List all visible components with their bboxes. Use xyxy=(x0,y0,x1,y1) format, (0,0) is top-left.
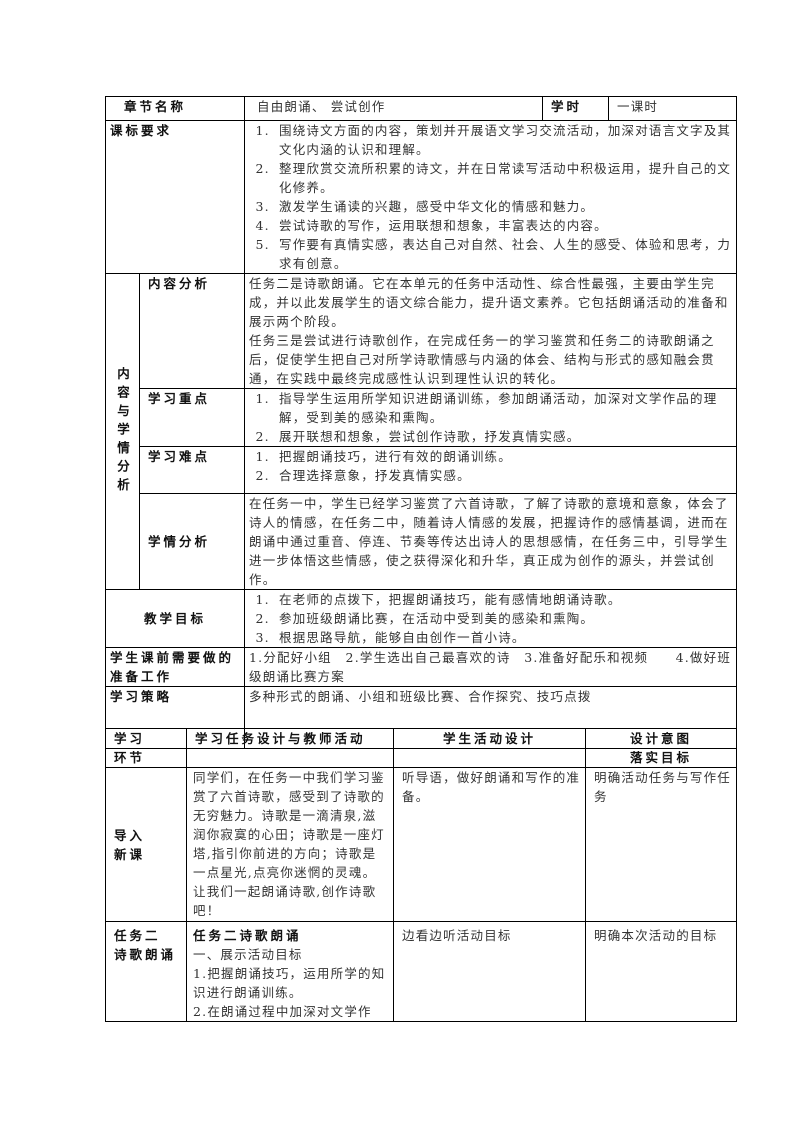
curriculum-row: 课标要求 围绕诗文方面的内容，策划并开展语文学习交流活动，加深对语言文字及其文化… xyxy=(104,120,738,274)
header-intent-line: 设计意图 xyxy=(629,731,692,746)
analysis-group-label: 内容与学情分析 xyxy=(115,366,130,497)
preparation-text: 1.分配好小组 2.学生选出自己最喜欢的诗 3.准备好配乐和视频 4.做好班级朗… xyxy=(244,647,738,687)
task2-title: 任务二诗歌朗诵 xyxy=(193,928,302,943)
curriculum-list: 围绕诗文方面的内容，策划并开展语文学习交流活动，加深对语言文字及其文化内涵的认识… xyxy=(249,121,732,273)
key-points-list: 指导学生运用所学知识进朗诵训练，参加朗诵活动，加深对文学作品的理解，受到美的感染… xyxy=(249,389,732,446)
objectives-content: 在老师的点拨下，把握朗诵技巧，能有感情地朗诵诗歌。 参加班级朗诵比赛，在活动中受… xyxy=(244,589,738,648)
stage-intro: 导入 新课 xyxy=(105,767,187,922)
objectives-label: 教学目标 xyxy=(104,589,246,648)
objectives-row: 教学目标 在老师的点拨下，把握朗诵技巧，能有感情地朗诵诗歌。 参加班级朗诵比赛，… xyxy=(104,589,738,648)
objective-item: 参加班级朗诵比赛，在活动中受到美的感染和熏陶。 xyxy=(275,609,732,628)
curriculum-content: 围绕诗文方面的内容，策划并开展语文学习交流活动，加深对语言文字及其文化内涵的认识… xyxy=(244,120,738,274)
preparation-label: 学生课前需要做的准备工作 xyxy=(104,647,246,687)
student-analysis-row: 学情分析 在任务一中，学生已经学习鉴赏了六首诗歌，了解了诗歌的意境和意象，体会了… xyxy=(106,493,738,590)
chapter-row: 章节名称 自由朗诵、 尝试创作 学时 一课时 xyxy=(104,96,738,121)
process-row-task2: 任务二 诗歌朗诵 任务二诗歌朗诵 一、展示活动目标 1.把握朗诵技巧，运用所学的… xyxy=(105,921,737,1022)
curriculum-item: 尝试诗歌的写作，运用联想和想象，丰富表达的内容。 xyxy=(275,216,732,235)
task2-design-intent: 明确本次活动的目标 xyxy=(585,921,737,1022)
learning-process-table: 学习 环节 学习任务设计与教师活动 学生活动设计 设计意图 落实目标 导入 新课… xyxy=(105,728,737,1022)
key-points-label: 学习重点 xyxy=(138,388,246,447)
intro-student-activity: 听导语，做好朗诵和写作的准备。 xyxy=(393,767,586,922)
task2-line: 一、展示活动目标 xyxy=(193,947,303,962)
curriculum-item: 围绕诗文方面的内容，策划并开展语文学习交流活动，加深对语言文字及其文化内涵的认识… xyxy=(275,121,732,159)
intro-design-intent: 明确活动任务与写作任务 xyxy=(585,767,737,922)
header-stage: 学习 环节 xyxy=(105,728,187,768)
difficulty-item: 合理选择意象，抒发真情实感。 xyxy=(275,466,732,485)
chapter-label: 章节名称 xyxy=(104,96,246,121)
student-analysis-label: 学情分析 xyxy=(138,493,246,590)
content-analysis-row: 内容与学情分析 内容分析 任务二是诗歌朗诵。它在本单元的任务中活动性、综合性最强… xyxy=(105,273,738,590)
header-teacher-activity: 学习任务设计与教师活动 xyxy=(186,728,394,768)
process-header-row: 学习 环节 学习任务设计与教师活动 学生活动设计 设计意图 落实目标 xyxy=(105,728,737,768)
key-points-content: 指导学生运用所学知识进朗诵训练，参加朗诵活动，加深对文学作品的理解，受到美的感染… xyxy=(244,388,738,447)
content-paragraph: 任务二是诗歌朗诵。它在本单元的任务中活动性、综合性最强，主要由学生完成，并以此发… xyxy=(249,276,729,329)
task2-teacher-activity: 任务二诗歌朗诵 一、展示活动目标 1.把握朗诵技巧，运用所学的知识进行朗诵训练。… xyxy=(186,921,394,1022)
curriculum-item: 写作要有真情实感，表达自己对自然、社会、人生的感受、体验和思考，力求有创意。 xyxy=(275,235,732,273)
header-student-activity: 学生活动设计 xyxy=(393,728,586,768)
objectives-list: 在老师的点拨下，把握朗诵技巧，能有感情地朗诵诗歌。 参加班级朗诵比赛，在活动中受… xyxy=(249,590,732,647)
header-stage-line: 环节 xyxy=(114,750,146,765)
stage-line: 任务二 xyxy=(114,928,161,943)
objective-item: 根据思路导航，能够自由创作一首小诗。 xyxy=(275,628,732,647)
difficulty-item: 把握朗诵技巧，进行有效的朗诵训练。 xyxy=(275,447,732,466)
key-point-item: 指导学生运用所学知识进朗诵训练，参加朗诵活动，加深对文学作品的理解，受到美的感染… xyxy=(275,389,732,427)
objective-item: 在老师的点拨下，把握朗诵技巧，能有感情地朗诵诗歌。 xyxy=(275,590,732,609)
content-analysis-text: 任务二是诗歌朗诵。它在本单元的任务中活动性、综合性最强，主要由学生完成，并以此发… xyxy=(244,273,738,389)
header-stage-line: 学习 xyxy=(114,731,146,746)
header-intent-line: 落实目标 xyxy=(629,750,692,765)
intro-teacher-activity: 同学们，在任务一中我们学习鉴赏了六首诗歌，感受到了诗歌的无穷魅力。诗歌是一滴清泉… xyxy=(186,767,394,922)
stage-task2: 任务二 诗歌朗诵 xyxy=(105,921,187,1022)
task2-line: 1.把握朗诵技巧，运用所学的知识进行朗诵训练。 xyxy=(193,966,386,1000)
chapter-value: 自由朗诵、 尝试创作 xyxy=(244,96,544,121)
header-design-intent: 设计意图 落实目标 xyxy=(585,728,737,768)
curriculum-label: 课标要求 xyxy=(104,120,246,274)
hours-label: 学时 xyxy=(542,96,610,121)
content-analysis-label: 内容分析 xyxy=(138,273,246,389)
student-analysis-text: 在任务一中，学生已经学习鉴赏了六首诗歌，了解了诗歌的意境和意象，体会了诗人的情感… xyxy=(244,493,738,590)
hours-value: 一课时 xyxy=(608,96,738,121)
difficulties-label: 学习难点 xyxy=(138,446,246,494)
curriculum-item: 整理欣赏交流所积累的诗文，并在日常读写活动中积极运用，提升自己的文化修养。 xyxy=(275,159,732,197)
difficulties-row: 学习难点 把握朗诵技巧，进行有效的朗诵训练。 合理选择意象，抒发真情实感。 xyxy=(106,446,738,494)
task2-line: 2.在朗诵过程中加深对文学作 xyxy=(193,1004,372,1019)
stage-line: 诗歌朗诵 xyxy=(114,947,177,962)
difficulties-content: 把握朗诵技巧，进行有效的朗诵训练。 合理选择意象，抒发真情实感。 xyxy=(244,446,738,494)
difficulties-list: 把握朗诵技巧，进行有效的朗诵训练。 合理选择意象，抒发真情实感。 xyxy=(249,447,732,485)
key-points-row: 学习重点 指导学生运用所学知识进朗诵训练，参加朗诵活动，加深对文学作品的理解，受… xyxy=(106,388,738,447)
stage-line: 新课 xyxy=(114,846,146,862)
preparation-row: 学生课前需要做的准备工作 1.分配好小组 2.学生选出自己最喜欢的诗 3.准备好… xyxy=(104,647,738,687)
curriculum-item: 激发学生诵读的兴趣，感受中华文化的情感和魅力。 xyxy=(275,197,732,216)
task2-student-activity: 边看边听活动目标 xyxy=(393,921,586,1022)
lesson-overview-table: 章节名称 自由朗诵、 尝试创作 学时 一课时 课标要求 围绕诗文方面的内容，策划… xyxy=(104,96,738,749)
process-row-intro: 导入 新课 同学们，在任务一中我们学习鉴赏了六首诗歌，感受到了诗歌的无穷魅力。诗… xyxy=(105,767,737,922)
key-point-item: 展开联想和想象，尝试创作诗歌，抒发真情实感。 xyxy=(275,427,732,446)
analysis-group-cell: 内容与学情分析 xyxy=(105,273,140,590)
content-paragraph: 任务三是尝试进行诗歌创作，在完成任务一的学习鉴赏和任务二的诗歌朗诵之后，促使学生… xyxy=(249,333,715,386)
stage-line: 导入 xyxy=(114,827,146,843)
